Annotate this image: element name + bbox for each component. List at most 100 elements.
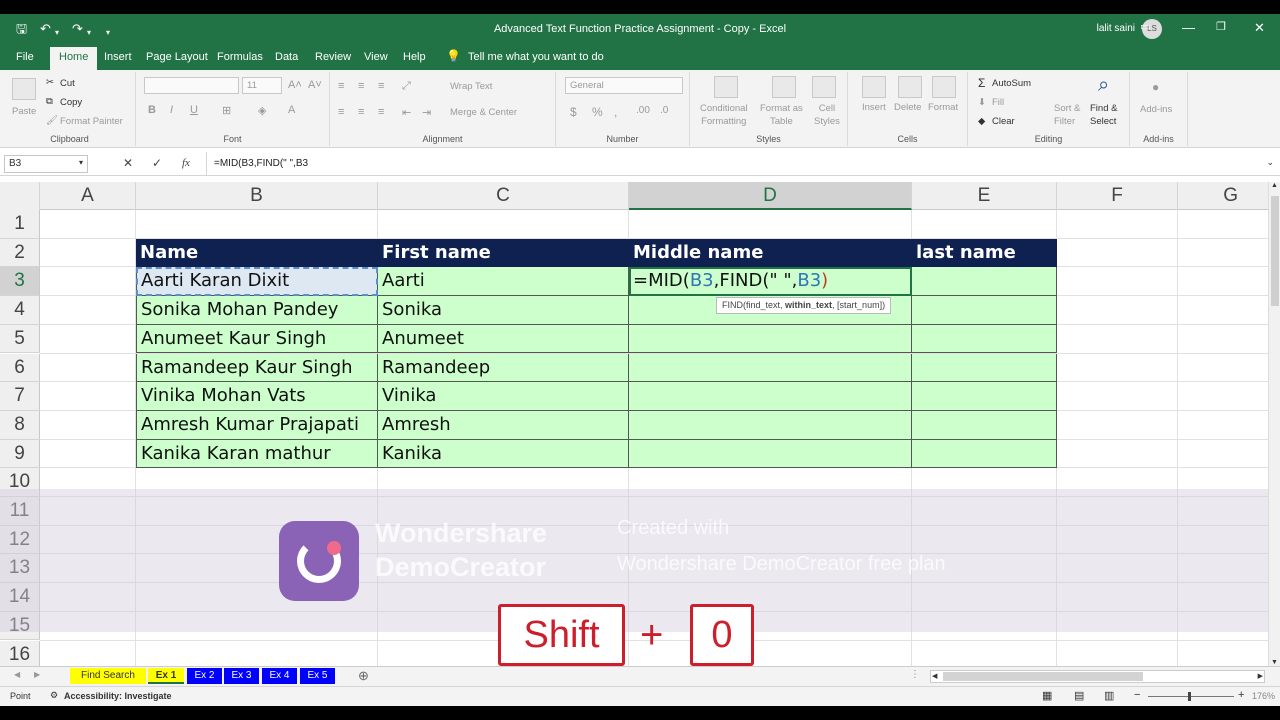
decrease-decimal-icon[interactable]: .0: [660, 105, 668, 116]
worksheet-grid[interactable]: A B C D E F G 1 2 3 4 5 6 7 8 9 10 11 12 13 14 15 16 Na…: [0, 182, 1268, 666]
col-header-f[interactable]: F: [1057, 182, 1178, 210]
paste-button[interactable]: Paste: [12, 106, 36, 117]
header-first-name[interactable]: First name: [378, 238, 629, 268]
zoom-level[interactable]: 176%: [1252, 691, 1275, 701]
delete-cells-button[interactable]: Delete: [894, 102, 921, 113]
tab-file[interactable]: File: [16, 51, 34, 63]
cell-d3-editing[interactable]: =MID(B3,FIND(" ",B3): [629, 267, 912, 297]
addins-button[interactable]: Add-ins: [1140, 104, 1172, 115]
horizontal-scroll-thumb[interactable]: [943, 672, 1143, 681]
accessibility-status[interactable]: Accessibility: Investigate: [64, 691, 172, 701]
cell-name[interactable]: Vinika Mohan Vats: [136, 382, 378, 411]
scroll-right-icon[interactable]: ▶: [1258, 672, 1263, 680]
borders-icon[interactable]: ⊞: [222, 104, 231, 117]
align-left-icon[interactable]: ≡: [338, 106, 344, 118]
font-color-icon[interactable]: A: [288, 104, 295, 116]
cell-last-name[interactable]: [912, 324, 1057, 354]
tab-review[interactable]: Review: [315, 51, 351, 63]
cell-last-name[interactable]: [912, 410, 1057, 440]
italic-icon[interactable]: I: [170, 104, 173, 116]
scroll-up-icon[interactable]: ▲: [1271, 182, 1278, 189]
fill-button[interactable]: Fill: [992, 97, 1004, 108]
indent-icon[interactable]: ⇤: [402, 106, 411, 119]
cell-name[interactable]: Kanika Karan mathur: [136, 439, 378, 469]
sheet-tab-ex5[interactable]: Ex 5: [300, 668, 335, 684]
cut-button[interactable]: Cut: [60, 78, 75, 89]
col-header-a[interactable]: A: [40, 182, 136, 210]
wrap-text-button[interactable]: Wrap Text: [450, 81, 492, 92]
sheet-tab-ex1[interactable]: Ex 1: [148, 668, 184, 684]
format-cells-button[interactable]: Format: [928, 102, 958, 113]
sheet-tab-find-search[interactable]: Find Search: [70, 668, 146, 684]
find-select-button[interactable]: Find & Select: [1090, 102, 1117, 128]
tab-help[interactable]: Help: [403, 51, 426, 63]
col-header-c[interactable]: C: [378, 182, 629, 210]
tab-page-layout[interactable]: Page Layout: [146, 51, 208, 63]
expand-formula-icon[interactable]: ⌄: [1266, 157, 1274, 168]
tab-data[interactable]: Data: [275, 51, 298, 63]
align-middle-icon[interactable]: ≡: [358, 80, 364, 92]
row-header-2[interactable]: 2: [0, 238, 40, 268]
increase-font-icon[interactable]: A˄: [288, 79, 302, 91]
font-name-box[interactable]: [144, 77, 239, 94]
sheet-prev-icon[interactable]: ◀: [14, 670, 20, 679]
sheet-tab-ex3[interactable]: Ex 3: [224, 668, 259, 684]
sheet-next-icon[interactable]: ▶: [34, 670, 40, 679]
row-header-16[interactable]: 16: [0, 640, 40, 666]
select-all-corner[interactable]: [0, 182, 40, 210]
row-header-1[interactable]: 1: [0, 210, 40, 239]
cell-first-name[interactable]: Sonika: [378, 296, 629, 325]
row-header-9[interactable]: 9: [0, 439, 40, 469]
scroll-left-icon[interactable]: ◀: [932, 672, 937, 680]
clear-button[interactable]: Clear: [992, 116, 1015, 127]
cell-name[interactable]: Amresh Kumar Prajapati: [136, 410, 378, 440]
outdent-icon[interactable]: ⇥: [422, 106, 431, 119]
cell-first-name[interactable]: Anumeet: [378, 324, 629, 354]
cell-name[interactable]: Ramandeep Kaur Singh: [136, 353, 378, 383]
cell-middle-name[interactable]: [629, 410, 912, 440]
zoom-in-icon[interactable]: +: [1238, 689, 1244, 701]
cell-name[interactable]: Anumeet Kaur Singh: [136, 324, 378, 354]
sort-filter-button[interactable]: Sort & Filter: [1054, 102, 1080, 128]
header-last-name[interactable]: last name: [912, 238, 1057, 268]
cell-b3-selected[interactable]: Aarti Karan Dixit: [136, 267, 378, 297]
insert-cells-button[interactable]: Insert: [862, 102, 886, 113]
bold-icon[interactable]: B: [148, 104, 156, 116]
conditional-formatting-button[interactable]: Conditional Formatting: [700, 102, 748, 128]
row-header-4[interactable]: 4: [0, 296, 40, 325]
sheet-tab-ex4[interactable]: Ex 4: [262, 668, 297, 684]
cell-first-name[interactable]: Aarti: [378, 267, 629, 297]
cell-first-name[interactable]: Kanika: [378, 439, 629, 469]
tell-me-input[interactable]: Tell me what you want to do: [468, 51, 604, 63]
row-header-7[interactable]: 7: [0, 382, 40, 411]
cell-styles-button[interactable]: Cell Styles: [814, 102, 840, 128]
cell-name[interactable]: Sonika Mohan Pandey: [136, 296, 378, 325]
insert-function-icon[interactable]: fx: [182, 157, 190, 169]
align-right-icon[interactable]: ≡: [378, 106, 384, 118]
minimize-icon[interactable]: —: [1182, 20, 1195, 35]
close-icon[interactable]: ✕: [1254, 20, 1265, 36]
increase-decimal-icon[interactable]: .00: [636, 105, 650, 116]
tab-view[interactable]: View: [364, 51, 388, 63]
ribbon-display-icon[interactable]: ▭: [1140, 20, 1150, 33]
chevron-down-icon[interactable]: ▾: [79, 158, 83, 167]
comma-icon[interactable]: ,: [614, 105, 617, 119]
format-as-table-button[interactable]: Format as Table: [760, 102, 803, 128]
underline-icon[interactable]: U: [190, 104, 198, 116]
row-header-3[interactable]: 3: [0, 267, 40, 297]
vertical-scrollbar[interactable]: ▲ ▼: [1268, 182, 1280, 666]
orientation-icon[interactable]: ⤢: [402, 80, 411, 93]
zoom-slider[interactable]: [1148, 696, 1234, 697]
restore-icon[interactable]: ❐: [1216, 20, 1226, 33]
horizontal-scrollbar[interactable]: ◀ ▶: [930, 670, 1265, 683]
align-bottom-icon[interactable]: ≡: [378, 80, 384, 92]
paste-icon[interactable]: [12, 78, 36, 100]
header-name[interactable]: Name: [136, 238, 378, 268]
cell-middle-name[interactable]: [629, 353, 912, 383]
cell-middle-name[interactable]: [629, 382, 912, 411]
cell-last-name[interactable]: [912, 267, 1057, 297]
format-painter-button[interactable]: Format Painter: [60, 116, 123, 127]
col-header-e[interactable]: E: [912, 182, 1057, 210]
tab-insert[interactable]: Insert: [104, 51, 132, 63]
cell-middle-name[interactable]: [629, 324, 912, 354]
